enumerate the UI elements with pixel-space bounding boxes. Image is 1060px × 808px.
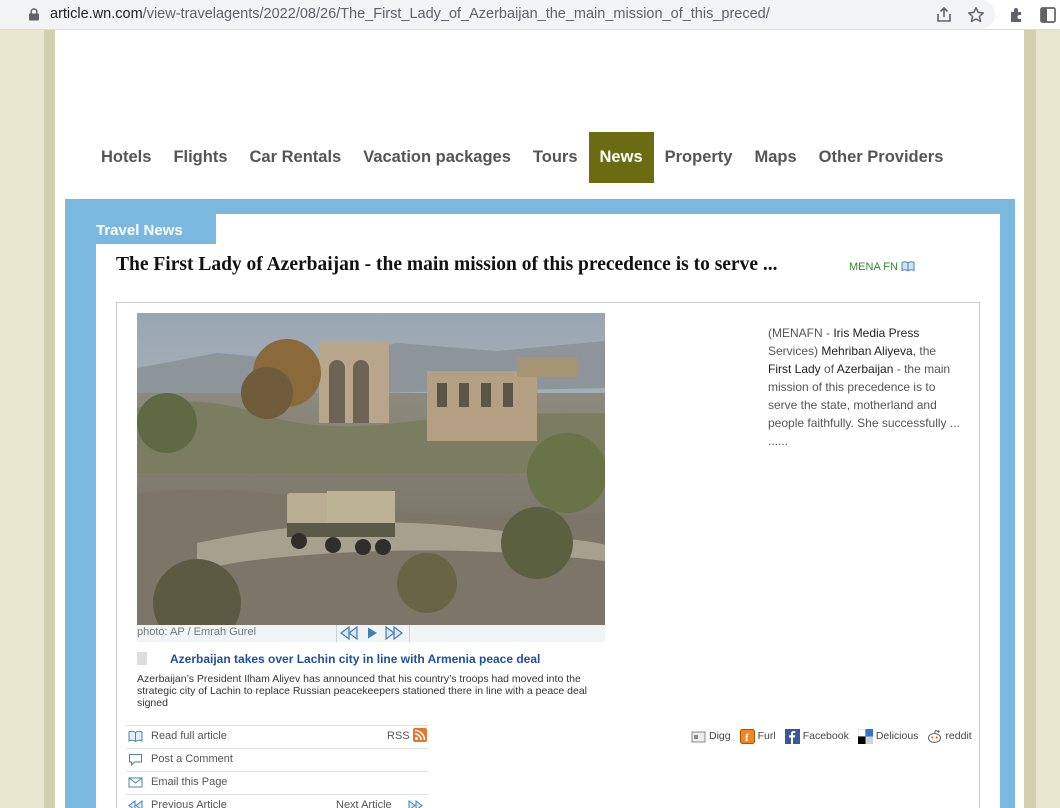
svg-text:f: f — [745, 732, 749, 744]
prev-next-row: Previous Article Next Article — [126, 794, 428, 808]
delicious-label: Delicious — [875, 730, 919, 742]
furl-label: Furl — [757, 730, 776, 742]
summary-part: , the — [912, 344, 937, 358]
delicious-link[interactable]: Delicious — [857, 728, 919, 744]
read-full-article-link[interactable]: Read full article — [151, 730, 227, 742]
main-nav: Hotels Flights Car Rentals Vacation package… — [90, 132, 954, 183]
facebook-label: Facebook — [802, 730, 849, 742]
rss-link[interactable]: RSS — [387, 730, 410, 742]
nav-item-property[interactable]: Property — [654, 132, 744, 183]
url-host: article.wn.com — [50, 6, 143, 22]
article-photo[interactable] — [137, 313, 605, 625]
side-panel-icon[interactable] — [1038, 5, 1058, 25]
article-source[interactable]: MENA FN — [849, 261, 898, 273]
reddit-icon — [927, 729, 942, 744]
photo-landscape — [137, 313, 605, 625]
nav-item-hotels[interactable]: Hotels — [90, 132, 162, 183]
rss-icon[interactable] — [413, 728, 427, 742]
reddit-link[interactable]: reddit — [927, 729, 972, 744]
summary-part: First Lady — [768, 362, 821, 376]
next-arrow-icon[interactable] — [408, 799, 423, 808]
email-page-link[interactable]: Email this Page — [151, 776, 227, 788]
previous-article-link[interactable]: Previous Article — [151, 799, 227, 808]
post-comment-row[interactable]: Post a Comment — [126, 748, 428, 771]
digg-icon — [691, 729, 706, 744]
next-article-link[interactable]: Next Article — [336, 799, 392, 808]
speech-bubble-icon — [129, 754, 142, 766]
summary-part: of — [820, 362, 837, 376]
related-article-description: Azerbaijan’s President Ilham Aliyev has … — [137, 673, 588, 709]
section-tab: Travel News — [80, 214, 216, 244]
play-icon[interactable] — [365, 626, 379, 640]
furl-link[interactable]: f Furl — [739, 728, 776, 744]
extensions-puzzle-icon[interactable] — [1007, 5, 1027, 25]
rewind-icon[interactable] — [339, 626, 359, 640]
share-icon[interactable] — [934, 5, 954, 25]
nav-item-vacation-packages[interactable]: Vacation packages — [352, 132, 522, 183]
read-full-article-row[interactable]: Read full article RSS — [126, 725, 428, 748]
url-text: article.wn.com/view-travelagents/2022/08… — [50, 6, 770, 22]
reddit-label: reddit — [945, 730, 972, 742]
url-path: /view-travelagents/2022/08/26/The_First_… — [142, 6, 770, 22]
open-book-icon — [128, 730, 143, 743]
facebook-link[interactable]: Facebook — [784, 728, 849, 744]
photo-credit: photo: AP / Emrah Gurel — [137, 626, 257, 638]
article-summary: (MENAFN - Iris Media Press Services) Meh… — [768, 324, 960, 450]
photo-controls — [336, 625, 410, 642]
facebook-icon — [784, 728, 800, 744]
article-actions: Read full article RSS Post a Comment Ema… — [126, 725, 428, 808]
fast-forward-icon[interactable] — [384, 626, 404, 640]
summary-part: Azerbaijan — [836, 362, 894, 376]
summary-part: Services) — [768, 344, 822, 358]
nav-item-tours[interactable]: Tours — [522, 132, 589, 183]
digg-label: Digg — [709, 730, 731, 742]
nav-item-car-rentals[interactable]: Car Rentals — [239, 132, 353, 183]
post-comment-link[interactable]: Post a Comment — [151, 753, 233, 765]
related-article-link[interactable]: Azerbaijan takes over Lachin city in lin… — [170, 652, 540, 666]
email-page-row[interactable]: Email this Page — [126, 771, 428, 794]
summary-part: (MENAFN - — [768, 326, 834, 340]
nav-item-maps[interactable]: Maps — [743, 132, 807, 183]
digg-link[interactable]: Digg — [691, 729, 731, 744]
nav-item-other-providers[interactable]: Other Providers — [808, 132, 955, 183]
furl-icon: f — [739, 728, 755, 744]
previous-arrow-icon[interactable] — [128, 799, 143, 808]
related-thumbnail[interactable] — [137, 652, 147, 665]
book-icon[interactable] — [901, 260, 915, 272]
summary-part: Mehriban Aliyeva — [821, 344, 913, 358]
delicious-icon — [857, 728, 873, 744]
url-field[interactable]: article.wn.com/view-travelagents/2022/08… — [0, 0, 995, 29]
article-headline[interactable]: The First Lady of Azerbaijan - the main … — [116, 254, 778, 276]
envelope-icon — [128, 777, 143, 788]
summary-part: Iris Media Press — [833, 326, 920, 340]
bookmark-star-icon[interactable] — [966, 5, 986, 25]
nav-item-flights[interactable]: Flights — [162, 132, 238, 183]
social-bookmarks: Digg f Furl Facebook Delicious reddit — [691, 727, 981, 745]
browser-address-bar: article.wn.com/view-travelagents/2022/08… — [0, 0, 1060, 30]
page-frame-left — [44, 30, 55, 808]
nav-item-news[interactable]: News — [588, 132, 654, 183]
lock-icon — [29, 8, 39, 21]
page-frame-right — [1024, 30, 1036, 808]
